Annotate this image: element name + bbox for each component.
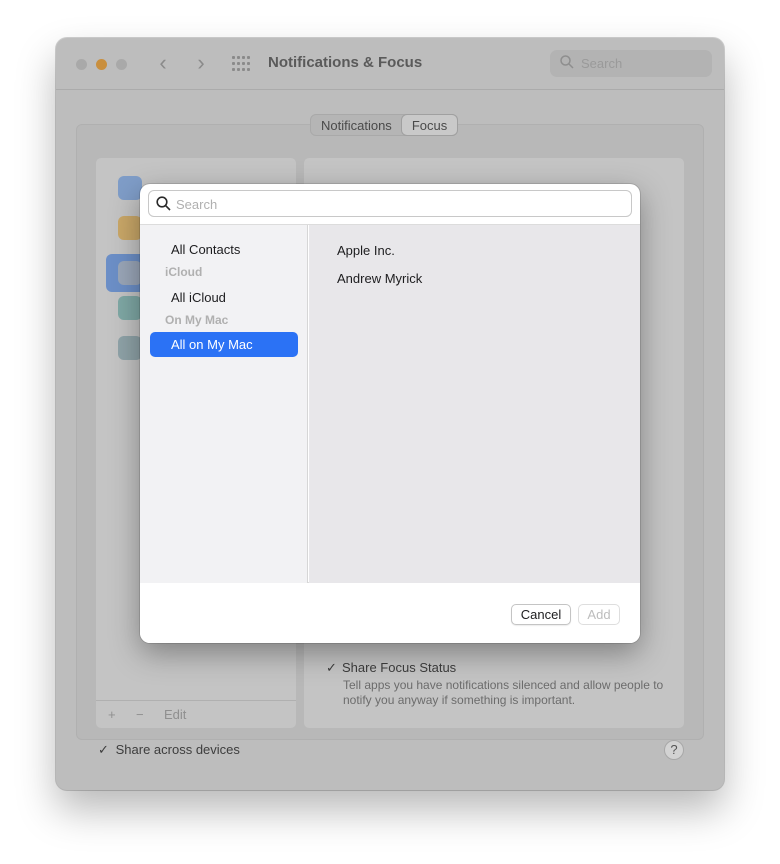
search-icon <box>560 55 574 69</box>
sheet-body: All Contacts iCloud All iCloud On My Mac… <box>140 224 640 583</box>
remove-focus-button[interactable]: − <box>136 707 144 722</box>
moon-icon[interactable] <box>118 176 142 200</box>
share-across-devices-checkbox[interactable]: ✓ <box>98 743 112 757</box>
tab-bar: Notifications Focus <box>310 114 459 136</box>
cancel-button[interactable]: Cancel <box>511 604 571 625</box>
contact-item[interactable]: Andrew Myrick <box>337 271 422 286</box>
share-focus-status-label: Share Focus Status <box>342 660 457 675</box>
forward-button[interactable]: › <box>190 52 212 76</box>
add-contacts-sheet: All Contacts iCloud All iCloud On My Mac… <box>140 184 640 643</box>
window-search-placeholder: Search <box>581 56 623 71</box>
back-button[interactable]: ‹ <box>152 52 174 76</box>
focus-list-toolbar: + − Edit <box>96 700 296 728</box>
minimize-window-button[interactable] <box>96 59 107 70</box>
add-button[interactable]: Add <box>578 604 620 625</box>
group-header-on-my-mac: On My Mac <box>165 313 229 327</box>
tab-notifications[interactable]: Notifications <box>311 115 402 135</box>
search-icon <box>156 196 171 211</box>
window-search-field[interactable]: Search <box>550 50 712 77</box>
tab-focus[interactable]: Focus <box>401 115 458 135</box>
contact-card-icon[interactable] <box>118 336 142 360</box>
contacts-search-field[interactable] <box>148 190 632 217</box>
window-title: Notifications & Focus <box>268 54 423 71</box>
close-window-button[interactable] <box>76 59 87 70</box>
group-all-on-my-mac[interactable]: All on My Mac <box>150 332 298 357</box>
group-all-icloud[interactable]: All iCloud <box>150 285 298 310</box>
title-bar: ‹ › Notifications & Focus Search <box>56 38 724 90</box>
contacts-search-input[interactable] <box>176 194 616 214</box>
share-focus-status-group: ✓ Share Focus Status Tell apps you have … <box>326 660 686 707</box>
help-button[interactable]: ? <box>664 740 684 760</box>
group-all-contacts[interactable]: All Contacts <box>150 237 298 262</box>
person-icon <box>118 261 142 285</box>
contact-item[interactable]: Apple Inc. <box>337 243 395 258</box>
show-all-grid-icon[interactable] <box>232 56 250 72</box>
share-focus-status-checkbox[interactable]: ✓ <box>326 661 340 675</box>
edit-focus-button[interactable]: Edit <box>164 707 186 722</box>
share-across-devices-group: ✓ Share across devices <box>98 742 240 757</box>
sheet-footer: Cancel Add <box>140 584 640 643</box>
group-header-icloud: iCloud <box>165 265 203 279</box>
contacts-list: Apple Inc. Andrew Myrick <box>309 225 640 583</box>
bed-icon[interactable] <box>118 296 142 320</box>
contact-groups-list: All Contacts iCloud All iCloud On My Mac… <box>140 225 308 583</box>
zoom-window-button[interactable] <box>116 59 127 70</box>
share-focus-status-description: Tell apps you have notifications silence… <box>343 678 664 707</box>
briefcase-icon[interactable] <box>118 216 142 240</box>
share-across-devices-label: Share across devices <box>115 742 240 757</box>
add-focus-button[interactable]: + <box>108 707 116 722</box>
